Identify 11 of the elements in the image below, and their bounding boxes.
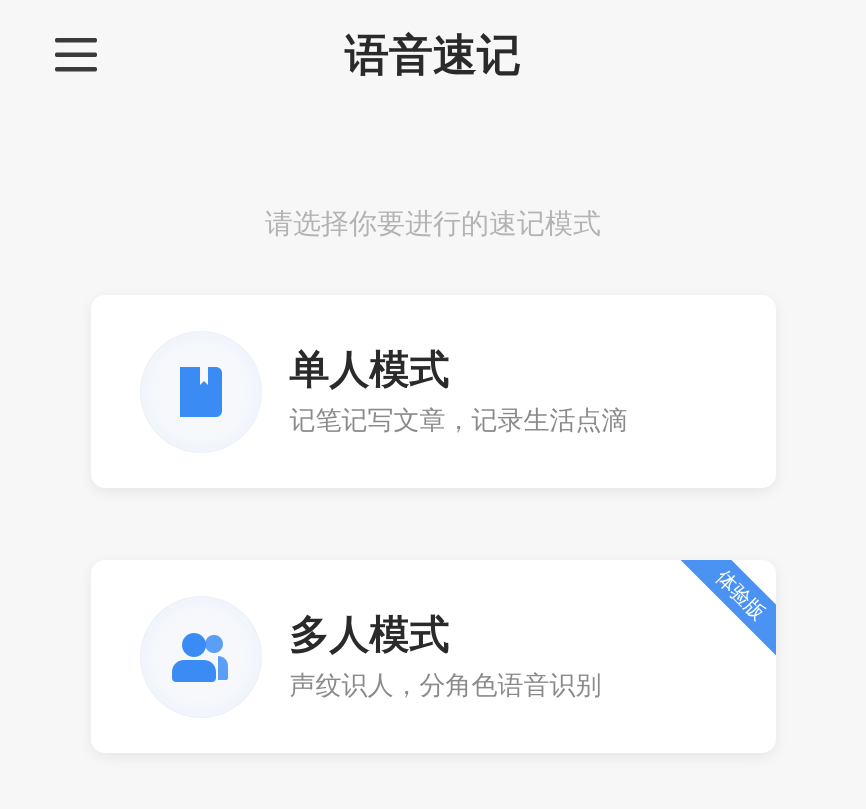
menu-icon[interactable] [55,38,97,72]
mode-card[interactable]: 多人模式 声纹识人，分角色语音识别 体验版 [90,560,776,753]
mode-title: 单人模式 [290,350,450,390]
mode-description: 声纹识人，分角色语音识别 [290,672,602,698]
prompt-text: 请选择你要进行的速记模式 [265,206,601,242]
mode-card[interactable]: 单人模式 记笔记写文章，记录生活点滴 [90,295,776,488]
people-icon [172,632,230,682]
mode-description: 记笔记写文章，记录生活点滴 [290,408,628,434]
mode-title: 多人模式 [290,614,450,654]
page-title: 语音速记 [345,28,521,82]
book-icon [180,366,222,416]
